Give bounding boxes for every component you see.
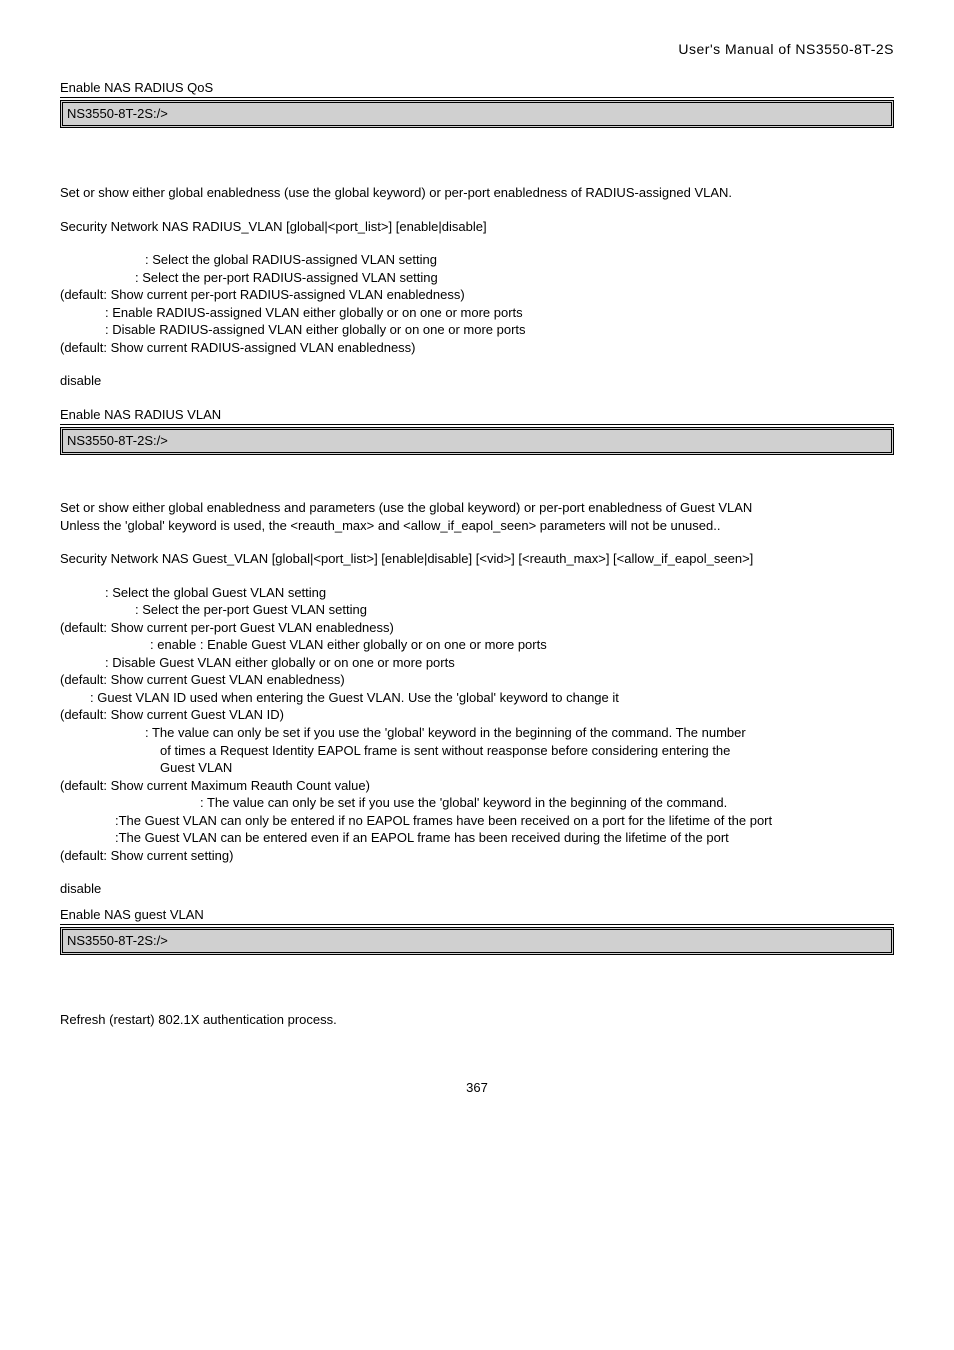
param-rv-3: (default: Show current per-port RADIUS-a… [60, 286, 894, 304]
param-gv-2: : Select the per-port Guest VLAN setting [60, 601, 894, 619]
page-number: 367 [60, 1079, 894, 1097]
example-intro-1: Enable NAS RADIUS QoS [60, 79, 894, 99]
param-gv-10: (default: Show current Maximum Reauth Co… [60, 777, 894, 795]
param-gv-6: (default: Show current Guest VLAN enable… [60, 671, 894, 689]
param-gv-9b: of times a Request Identity EAPOL frame … [60, 742, 894, 760]
param-gv-8: (default: Show current Guest VLAN ID) [60, 706, 894, 724]
desc-radius-vlan: Set or show either global enabledness (u… [60, 184, 894, 202]
param-gv-11a: : The value can only be set if you use t… [60, 794, 894, 812]
param-gv-4: : enable : Enable Guest VLAN either glob… [60, 636, 894, 654]
param-rv-2: : Select the per-port RADIUS-assigned VL… [60, 269, 894, 287]
param-gv-1: : Select the global Guest VLAN setting [60, 584, 894, 602]
param-gv-9a: : The value can only be set if you use t… [60, 724, 894, 742]
default-gv: disable [60, 880, 894, 898]
param-gv-11b: :The Guest VLAN can only be entered if n… [60, 812, 894, 830]
desc-guest-2: Unless the 'global' keyword is used, the… [60, 517, 894, 535]
example-intro-2: Enable NAS RADIUS VLAN [60, 406, 894, 426]
desc-guest-1: Set or show either global enabledness an… [60, 499, 894, 517]
example-intro-3: Enable NAS guest VLAN [60, 906, 894, 926]
param-gv-9c: Guest VLAN [60, 759, 894, 777]
param-rv-5: : Disable RADIUS-assigned VLAN either gl… [60, 321, 894, 339]
desc-auth: Refresh (restart) 802.1X authentication … [60, 1011, 894, 1029]
param-gv-3: (default: Show current per-port Guest VL… [60, 619, 894, 637]
param-rv-6: (default: Show current RADIUS-assigned V… [60, 339, 894, 357]
command-box-3: NS3550-8T-2S:/> [60, 927, 894, 955]
command-box-2: NS3550-8T-2S:/> [60, 427, 894, 455]
page-header: User's Manual of NS3550-8T-2S [60, 40, 894, 59]
param-rv-4: : Enable RADIUS-assigned VLAN either glo… [60, 304, 894, 322]
param-rv-1: : Select the global RADIUS-assigned VLAN… [60, 251, 894, 269]
command-box-1: NS3550-8T-2S:/> [60, 100, 894, 128]
param-gv-7: : Guest VLAN ID used when entering the G… [60, 689, 894, 707]
param-gv-5: : Disable Guest VLAN either globally or … [60, 654, 894, 672]
default-rv: disable [60, 372, 894, 390]
param-gv-12: (default: Show current setting) [60, 847, 894, 865]
param-gv-11c: :The Guest VLAN can be entered even if a… [60, 829, 894, 847]
syntax-guest: Security Network NAS Guest_VLAN [global|… [60, 550, 894, 568]
syntax-radius-vlan: Security Network NAS RADIUS_VLAN [global… [60, 218, 894, 236]
